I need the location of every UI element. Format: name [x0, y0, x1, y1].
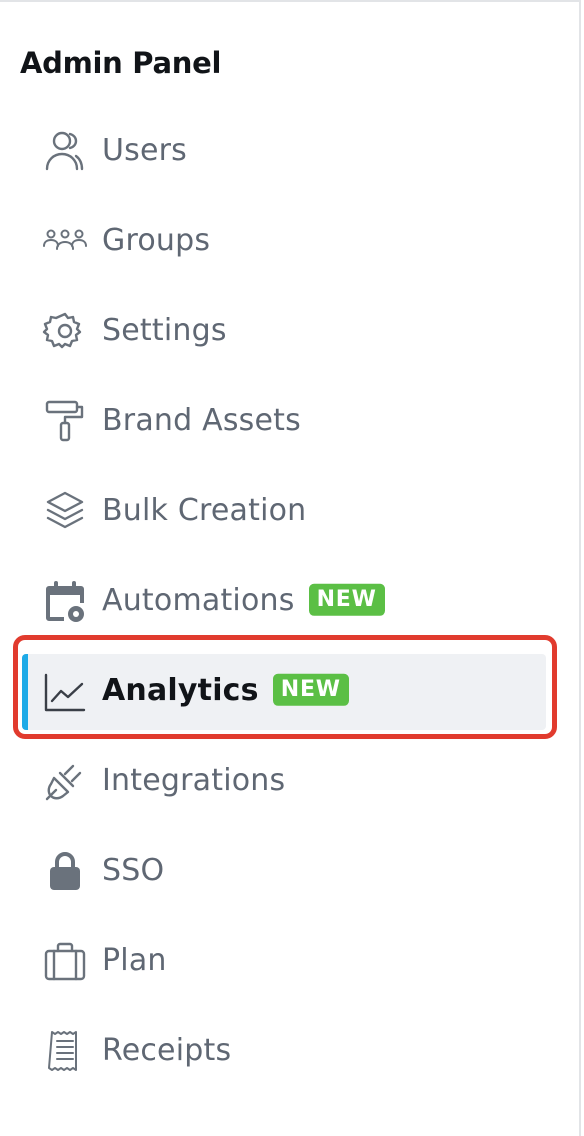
line-chart-icon — [43, 669, 87, 713]
sidebar-item-label-text: Analytics — [102, 672, 259, 708]
sidebar-item-label: Automations NEW — [102, 583, 385, 618]
sidebar-item-automations[interactable]: Automations NEW — [0, 556, 570, 646]
sidebar-item-brand-assets[interactable]: Brand Assets — [0, 376, 570, 466]
sidebar-item-label: Users — [102, 132, 188, 168]
sidebar-item-label: Plan — [102, 942, 167, 978]
sidebar-item-label: Receipts — [102, 1032, 232, 1068]
panel-title: Admin Panel — [20, 46, 222, 80]
sidebar-item-analytics[interactable]: Analytics NEW — [0, 646, 570, 736]
sidebar-item-integrations[interactable]: Integrations — [0, 736, 570, 826]
sidebar-item-users[interactable]: Users — [0, 106, 570, 196]
layers-icon — [43, 489, 87, 533]
sidebar-item-label: Analytics NEW — [102, 673, 349, 708]
sidebar-item-label: Bulk Creation — [102, 492, 307, 528]
sidebar-item-settings[interactable]: Settings — [0, 286, 570, 376]
users-icon — [43, 129, 87, 173]
sidebar-item-sso[interactable]: SSO — [0, 826, 570, 916]
sidebar-item-bulk-creation[interactable]: Bulk Creation — [0, 466, 570, 556]
sidebar-item-label-text: Automations — [102, 582, 295, 618]
sidebar-item-plan[interactable]: Plan — [0, 916, 570, 1006]
briefcase-icon — [43, 939, 87, 983]
admin-sidebar: Admin Panel Users Groups Settings Brand … — [0, 0, 581, 1136]
sidebar-item-receipts[interactable]: Receipts — [0, 1006, 570, 1096]
active-indicator — [22, 654, 28, 730]
sidebar-item-label: Groups — [102, 222, 211, 258]
sidebar-item-groups[interactable]: Groups — [0, 196, 570, 286]
lock-icon — [43, 849, 87, 893]
sidebar-item-label: Brand Assets — [102, 402, 301, 438]
plug-icon — [43, 759, 87, 803]
sidebar-menu: Users Groups Settings Brand Assets Bulk … — [0, 106, 570, 1096]
paint-roller-icon — [43, 399, 87, 443]
calendar-gear-icon — [43, 579, 87, 623]
sidebar-item-label: Integrations — [102, 762, 286, 798]
sidebar-item-label: Settings — [102, 312, 227, 348]
receipt-icon — [43, 1029, 87, 1073]
groups-icon — [43, 219, 87, 263]
gear-icon — [42, 309, 87, 353]
new-badge: NEW — [308, 583, 385, 616]
sidebar-item-label: SSO — [102, 852, 165, 888]
new-badge: NEW — [272, 673, 349, 706]
